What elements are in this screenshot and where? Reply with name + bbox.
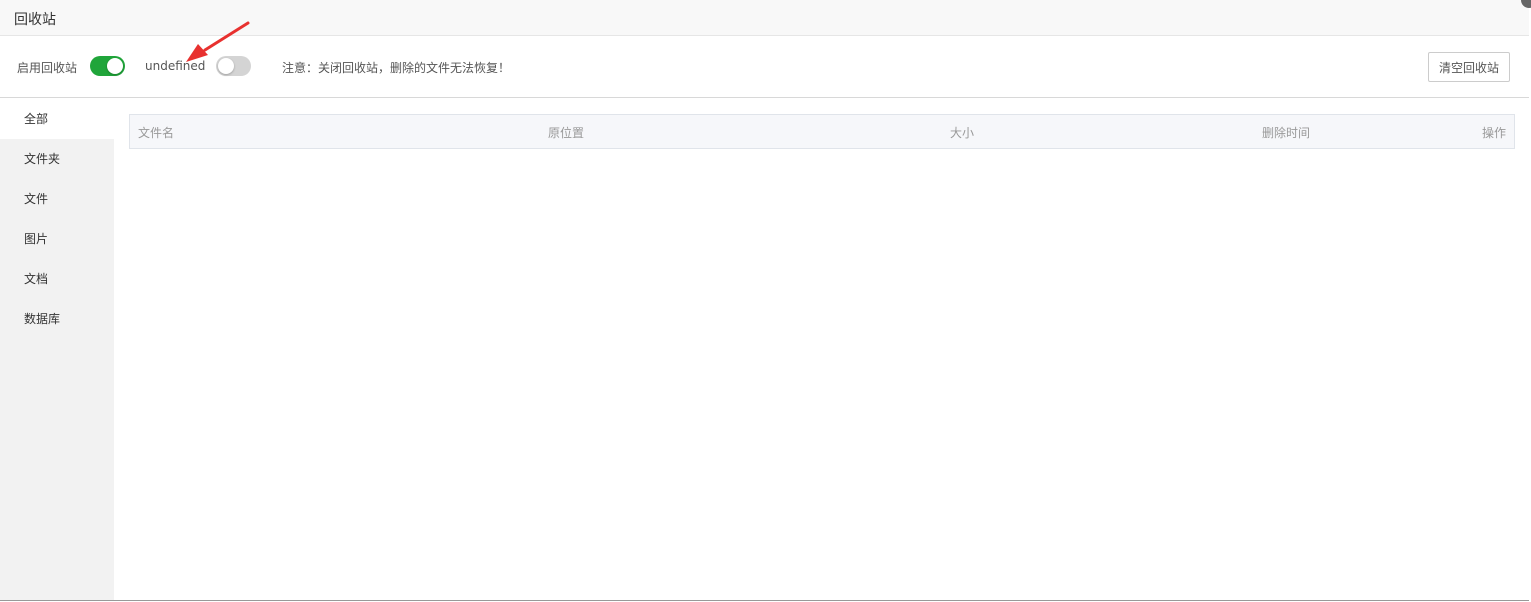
close-icon[interactable] — [1521, 0, 1531, 8]
sidebar-item-folders[interactable]: 文件夹 — [0, 139, 114, 179]
toolbar: 启用回收站 undefined 注意：关闭回收站，删除的文件无法恢复！ 清空回收… — [0, 36, 1529, 98]
sidebar-item-databases[interactable]: 数据库 — [0, 299, 114, 339]
column-header-deleted-time: 删除时间 — [1262, 126, 1311, 140]
column-header-original-location: 原位置 — [548, 126, 585, 140]
sidebar-item-all[interactable]: 全部 — [0, 99, 114, 139]
db-toggle-label: undefined — [145, 59, 206, 73]
clear-recycle-bin-button[interactable]: 清空回收站 — [1428, 52, 1510, 82]
file-list-panel: 文件名 原位置 大小 删除时间 操作 — [114, 99, 1529, 600]
sidebar-item-documents[interactable]: 文档 — [0, 259, 114, 299]
sidebar-item-images[interactable]: 图片 — [0, 219, 114, 259]
toggle-knob — [218, 58, 234, 74]
sidebar-item-files[interactable]: 文件 — [0, 179, 114, 219]
recycle-toggle-label: 启用回收站 — [17, 61, 78, 75]
category-sidebar: 全部 文件夹 文件 图片 文档 数据库 — [0, 99, 114, 600]
warning-notice: 注意：关闭回收站，删除的文件无法恢复！ — [282, 61, 511, 75]
column-header-filename: 文件名 — [138, 126, 175, 140]
column-header-size: 大小 — [950, 126, 975, 140]
column-header-actions: 操作 — [1481, 126, 1506, 140]
recycle-table: 文件名 原位置 大小 删除时间 操作 — [129, 114, 1515, 149]
db-recycle-toggle[interactable] — [216, 56, 251, 76]
title-bar: 回收站 — [0, 0, 1531, 36]
dialog-title: 回收站 — [14, 12, 56, 28]
table-header: 文件名 原位置 大小 删除时间 操作 — [130, 115, 1514, 148]
recycle-toggle[interactable] — [90, 56, 125, 76]
recycle-bin-dialog: 回收站 启用回收站 undefined 注意：关闭回收站，删除的文件无法恢复！ … — [0, 0, 1531, 601]
toggle-knob — [107, 58, 123, 74]
